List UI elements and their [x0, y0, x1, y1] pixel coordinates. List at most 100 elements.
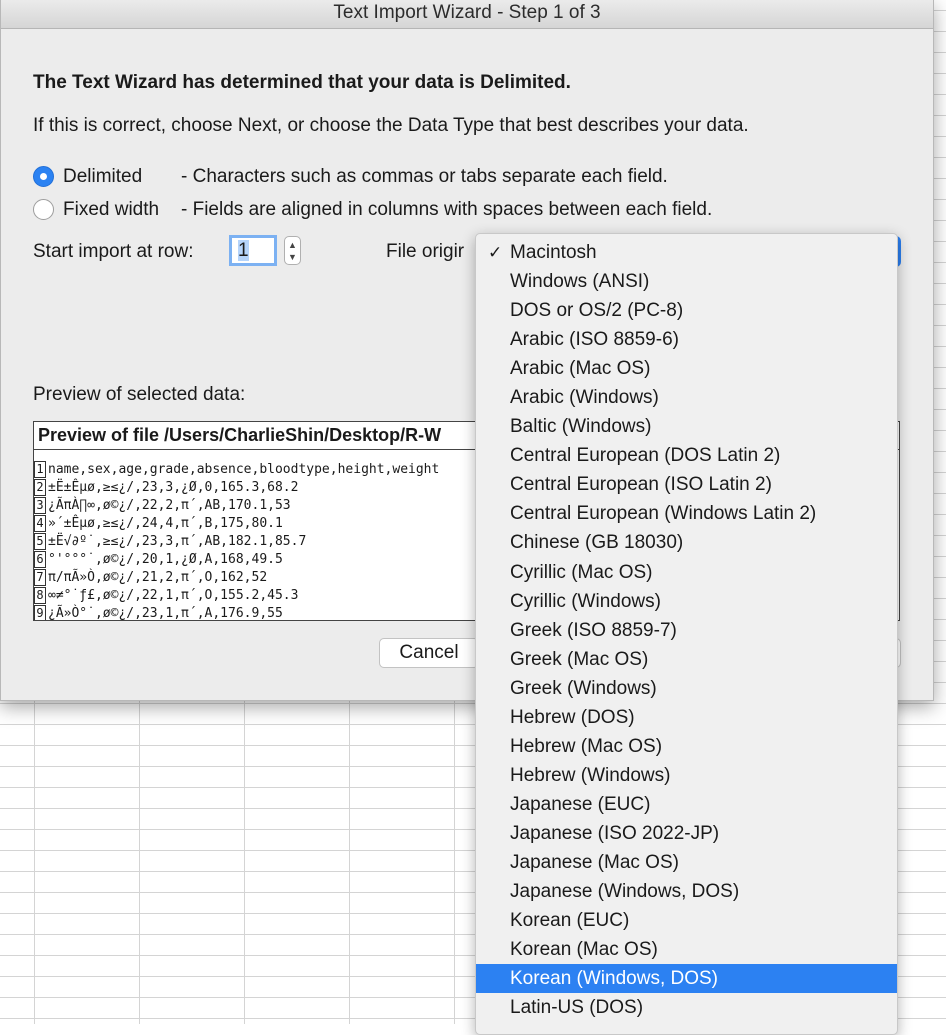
file-origin-option-label: Japanese (ISO 2022-JP) [510, 822, 720, 844]
start-row-stepper[interactable]: ▲ ▼ [284, 236, 301, 265]
preview-line-number: 7 [34, 569, 46, 586]
file-origin-option[interactable]: Cyrillic (Mac OS) [476, 558, 897, 587]
file-origin-option-label: Arabic (ISO 8859-6) [510, 329, 679, 351]
file-origin-option[interactable]: Arabic (ISO 8859-6) [476, 325, 897, 354]
file-origin-option-label: Chinese (GB 18030) [510, 532, 684, 554]
preview-line-text: ∞≠°˙ƒ£,ø©¿/,22,1,π´,O,155.2,45.3 [48, 588, 299, 603]
preview-line-text: ¿ÃπÀ∏∞,ø©¿/,22,2,π´,AB,170.1,53 [48, 498, 291, 513]
radio-fixed-width-label[interactable]: Fixed width [63, 199, 159, 221]
preview-line: 7 π/πÃ»Ò,ø©¿/,21,2,π´,O,162,52 [34, 569, 439, 587]
radio-fixed-width[interactable] [33, 199, 54, 220]
preview-line-text: °'°°°˙,ø©¿/,20,1,¿Ø,A,168,49.5 [48, 552, 283, 567]
file-origin-option-label: Korean (EUC) [510, 910, 630, 932]
window-titlebar[interactable]: Text Import Wizard - Step 1 of 3 [1, 0, 933, 29]
file-origin-option-label: Korean (Mac OS) [510, 939, 658, 961]
preview-line-number: 3 [34, 497, 46, 514]
preview-line: 4 »´±Êµø,≥≤¿/,24,4,π´,B,175,80.1 [34, 515, 439, 533]
file-origin-options: ✓ Macintosh Windows (ANSI) DOS or OS/2 (PC-… [476, 238, 897, 1022]
file-origin-option-label: Macintosh [510, 242, 597, 263]
file-origin-option-label: Greek (Mac OS) [510, 648, 649, 670]
file-origin-option[interactable]: DOS or OS/2 (PC-8) [476, 296, 897, 325]
file-origin-option[interactable]: Greek (Mac OS) [476, 645, 897, 674]
checkmark-icon: ✓ [488, 243, 503, 262]
file-origin-option-label: Hebrew (Mac OS) [510, 735, 663, 757]
preview-line-number: 5 [34, 533, 46, 550]
start-row-label: Start import at row: [33, 241, 194, 262]
file-origin-option[interactable]: Japanese (Windows, DOS) [476, 877, 897, 906]
file-origin-option[interactable]: Central European (DOS Latin 2) [476, 441, 897, 470]
file-origin-option[interactable]: Japanese (EUC) [476, 790, 897, 819]
file-origin-option[interactable]: Central European (Windows Latin 2) [476, 499, 897, 528]
file-origin-option-label: Central European (DOS Latin 2) [510, 445, 781, 467]
file-origin-option[interactable]: Arabic (Mac OS) [476, 354, 897, 383]
file-origin-option-label: Hebrew (Windows) [510, 764, 671, 786]
radio-delimited[interactable] [33, 166, 54, 187]
file-origin-option[interactable]: Windows (ANSI) [476, 267, 897, 296]
preview-line: 8 ∞≠°˙ƒ£,ø©¿/,22,1,π´,O,155.2,45.3 [34, 587, 439, 605]
preview-lines: 1 name,sex,age,grade,absence,bloodtype,he… [34, 461, 439, 621]
preview-label: Preview of selected data: [33, 384, 246, 405]
file-origin-option-label: DOS or OS/2 (PC-8) [510, 300, 684, 322]
radio-fixed-width-desc: - Fields are aligned in columns with spa… [181, 199, 713, 220]
file-origin-option[interactable]: Arabic (Windows) [476, 383, 897, 412]
window-title: Text Import Wizard - Step 1 of 3 [333, 2, 601, 23]
file-origin-dropdown-menu[interactable]: ✓ Macintosh Windows (ANSI) DOS or OS/2 (PC-… [475, 233, 898, 1035]
file-origin-option[interactable]: Korean (Windows, DOS) [476, 964, 897, 994]
file-origin-option[interactable]: Korean (EUC) [476, 906, 897, 935]
start-row-value: 1 [238, 240, 249, 261]
file-origin-option-label: Cyrillic (Windows) [510, 590, 661, 612]
radio-delimited-desc: - Characters such as commas or tabs sepa… [181, 166, 668, 187]
preview-line: 6 °'°°°˙,ø©¿/,20,1,¿Ø,A,168,49.5 [34, 551, 439, 569]
cancel-button[interactable]: Cancel [379, 638, 479, 668]
file-origin-label: File origir [386, 241, 465, 262]
file-origin-option-label: Arabic (Mac OS) [510, 358, 651, 380]
file-origin-option[interactable]: Korean (Mac OS) [476, 935, 897, 964]
file-origin-option-label: Latin-US (DOS) [510, 997, 644, 1019]
file-origin-option-label: Baltic (Windows) [510, 416, 652, 438]
preview-line-number: 2 [34, 479, 46, 496]
file-origin-option[interactable]: Central European (ISO Latin 2) [476, 470, 897, 499]
preview-line-text: name,sex,age,grade,absence,bloodtype,hei… [48, 462, 440, 477]
preview-line-text: ±Ë√∂º˙,≥≤¿/,23,3,π´,AB,182.1,85.7 [48, 534, 307, 549]
file-origin-option-label: Greek (ISO 8859-7) [510, 619, 677, 641]
preview-line-text: ¿Ã»Ò°˙,ø©¿/,23,1,π´,A,176.9,55 [48, 606, 283, 621]
preview-line: 2 ±Ë±Êµø,≥≤¿/,23,3,¿Ø,0,165.3,68.2 [34, 479, 439, 497]
file-origin-option[interactable]: Japanese (Mac OS) [476, 848, 897, 877]
preview-line-number: 4 [34, 515, 46, 532]
file-origin-option-label: Greek (Windows) [510, 677, 657, 699]
file-origin-option-label: Windows (ANSI) [510, 271, 650, 293]
file-origin-option[interactable]: Cyrillic (Windows) [476, 587, 897, 616]
preview-line-text: ±Ë±Êµø,≥≤¿/,23,3,¿Ø,0,165.3,68.2 [48, 480, 299, 495]
file-origin-option-label: Arabic (Windows) [510, 387, 659, 409]
file-origin-option-label: Japanese (Windows, DOS) [510, 881, 740, 903]
preview-line: 9 ¿Ã»Ò°˙,ø©¿/,23,1,π´,A,176.9,55 [34, 605, 439, 621]
preview-line-text: π/πÃ»Ò,ø©¿/,21,2,π´,O,162,52 [48, 570, 268, 585]
file-origin-option-label: Japanese (Mac OS) [510, 851, 679, 873]
preview-line: 1 name,sex,age,grade,absence,bloodtype,he… [34, 461, 439, 479]
file-origin-option[interactable]: Baltic (Windows) [476, 412, 897, 441]
file-origin-option[interactable]: Latin-US (DOS) [476, 993, 897, 1022]
file-origin-option[interactable]: Hebrew (DOS) [476, 703, 897, 732]
file-origin-option[interactable]: Greek (Windows) [476, 674, 897, 703]
preview-line: 5 ±Ë√∂º˙,≥≤¿/,23,3,π´,AB,182.1,85.7 [34, 533, 439, 551]
file-origin-option[interactable]: Greek (ISO 8859-7) [476, 616, 897, 645]
preview-line-number: 1 [34, 461, 46, 478]
start-row-input[interactable]: 1 [229, 235, 277, 266]
subline: If this is correct, choose Next, or choo… [33, 115, 749, 136]
file-origin-option[interactable]: Chinese (GB 18030) [476, 528, 897, 557]
file-origin-option[interactable]: Hebrew (Windows) [476, 761, 897, 790]
headline: The Text Wizard has determined that your… [33, 72, 571, 93]
radio-delimited-label[interactable]: Delimited [63, 166, 142, 188]
file-origin-option-label: Korean (Windows, DOS) [510, 968, 719, 990]
file-origin-option-label: Central European (Windows Latin 2) [510, 503, 817, 525]
file-origin-option-label: Hebrew (DOS) [510, 706, 635, 728]
file-origin-option-label: Central European (ISO Latin 2) [510, 474, 772, 496]
preview-line: 3 ¿ÃπÀ∏∞,ø©¿/,22,2,π´,AB,170.1,53 [34, 497, 439, 515]
file-origin-option-label: Cyrillic (Mac OS) [510, 561, 653, 583]
stepper-down-icon[interactable]: ▼ [285, 251, 300, 263]
file-origin-option[interactable]: ✓ Macintosh [476, 238, 897, 267]
file-origin-option[interactable]: Japanese (ISO 2022-JP) [476, 819, 897, 848]
file-origin-option[interactable]: Hebrew (Mac OS) [476, 732, 897, 761]
stepper-up-icon[interactable]: ▲ [285, 239, 300, 251]
preview-line-number: 9 [34, 605, 46, 620]
